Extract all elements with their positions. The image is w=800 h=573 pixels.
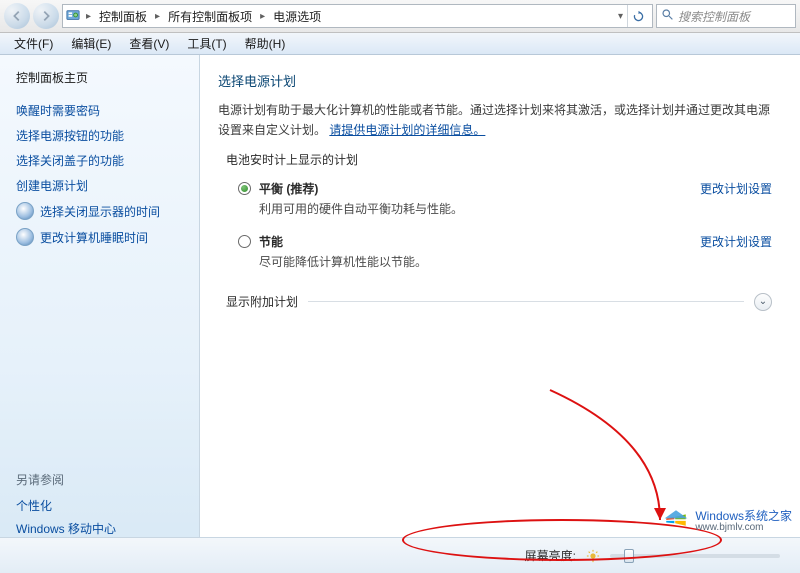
- slider-thumb[interactable]: [624, 549, 634, 563]
- breadcrumb-item[interactable]: 电源选项: [269, 8, 325, 25]
- sidebar-link-turn-off-display[interactable]: 选择关闭显示器的时间: [16, 198, 185, 224]
- watermark: Windows系统之家 www.bjmlv.com: [663, 507, 792, 533]
- sidebar-link-power-button[interactable]: 选择电源按钮的功能: [16, 123, 185, 148]
- plan-balanced: 平衡 (推荐) 利用可用的硬件自动平衡功耗与性能。 更改计划设置: [218, 176, 780, 229]
- sidebar-link-label: 更改计算机睡眠时间: [40, 229, 148, 246]
- chevron-down-icon: ⌄: [754, 293, 772, 311]
- sidebar: 控制面板主页 唤醒时需要密码 选择电源按钮的功能 选择关闭盖子的功能 创建电源计…: [0, 55, 200, 573]
- search-icon: [661, 8, 674, 24]
- plans-section-title: 电池安时计上显示的计划: [226, 151, 780, 168]
- divider: [308, 301, 744, 302]
- show-additional-plans[interactable]: 显示附加计划 ⌄: [226, 292, 772, 311]
- sidebar-link-label: 选择关闭显示器的时间: [40, 203, 160, 220]
- plan-balanced-radio[interactable]: [238, 182, 251, 195]
- intro-details-link[interactable]: 请提供电源计划的详细信息。: [329, 123, 485, 137]
- sidebar-link-create-plan[interactable]: 创建电源计划: [16, 173, 185, 198]
- windows-logo-icon: [663, 507, 689, 533]
- breadcrumb-item[interactable]: 所有控制面板项: [164, 8, 256, 25]
- chevron-right-icon: ▸: [153, 11, 162, 22]
- sidebar-link-sleep-time[interactable]: 更改计算机睡眠时间: [16, 224, 185, 250]
- breadcrumb-item[interactable]: 控制面板: [95, 8, 151, 25]
- menu-help[interactable]: 帮助(H): [237, 33, 294, 54]
- intro-text: 电源计划有助于最大化计算机的性能或者节能。通过选择计划来将其激活，或选择计划并通…: [218, 100, 780, 141]
- plan-balanced-change-link[interactable]: 更改计划设置: [700, 180, 772, 197]
- back-button[interactable]: [4, 3, 30, 29]
- dropdown-icon[interactable]: ▾: [616, 11, 625, 22]
- menu-bar: 文件(F) 编辑(E) 查看(V) 工具(T) 帮助(H): [0, 33, 800, 55]
- page-title: 选择电源计划: [218, 71, 780, 90]
- main-content: 选择电源计划 电源计划有助于最大化计算机的性能或者节能。通过选择计划来将其激活，…: [200, 55, 800, 573]
- plan-power-saver: 节能 尽可能降低计算机性能以节能。 更改计划设置: [218, 229, 780, 282]
- menu-file[interactable]: 文件(F): [6, 33, 61, 54]
- watermark-title: Windows系统之家: [695, 509, 792, 523]
- sidebar-link-close-lid[interactable]: 选择关闭盖子的功能: [16, 148, 185, 173]
- menu-view[interactable]: 查看(V): [121, 33, 177, 54]
- plan-power-saver-name: 节能: [259, 233, 427, 250]
- bottom-bar: 屏幕亮度:: [0, 537, 800, 573]
- watermark-url: www.bjmlv.com: [695, 522, 792, 533]
- breadcrumb[interactable]: ▸ 控制面板 ▸ 所有控制面板项 ▸ 电源选项 ▾: [62, 4, 653, 28]
- chevron-right-icon: ▸: [84, 11, 93, 22]
- sidebar-link-password[interactable]: 唤醒时需要密码: [16, 98, 185, 123]
- control-panel-icon: [66, 8, 82, 24]
- forward-button[interactable]: [33, 3, 59, 29]
- brightness-label: 屏幕亮度:: [525, 547, 576, 564]
- plan-power-saver-desc: 尽可能降低计算机性能以节能。: [259, 253, 427, 270]
- see-also-personalization[interactable]: 个性化: [16, 494, 185, 517]
- refresh-button[interactable]: [627, 5, 649, 27]
- intro-prefix: 电源计划有助于最大化计算机的性能或者节能。通过选择计划来将其激活，或选择计划并通…: [218, 103, 770, 137]
- sun-dim-icon: [586, 549, 600, 563]
- search-input[interactable]: 搜索控制面板: [656, 4, 796, 28]
- see-also-title: 另请参阅: [16, 471, 185, 488]
- plan-balanced-desc: 利用可用的硬件自动平衡功耗与性能。: [259, 200, 463, 217]
- menu-edit[interactable]: 编辑(E): [63, 33, 119, 54]
- chevron-right-icon: ▸: [258, 11, 267, 22]
- brightness-slider[interactable]: [610, 554, 780, 558]
- menu-tools[interactable]: 工具(T): [179, 33, 234, 54]
- address-bar: ▸ 控制面板 ▸ 所有控制面板项 ▸ 电源选项 ▾ 搜索控制面板: [0, 0, 800, 33]
- control-panel-home-link[interactable]: 控制面板主页: [16, 69, 185, 86]
- plan-balanced-name: 平衡 (推荐): [259, 180, 463, 197]
- expander-label: 显示附加计划: [226, 293, 298, 310]
- plan-power-saver-radio[interactable]: [238, 235, 251, 248]
- plan-power-saver-change-link[interactable]: 更改计划设置: [700, 233, 772, 250]
- search-placeholder: 搜索控制面板: [678, 8, 750, 25]
